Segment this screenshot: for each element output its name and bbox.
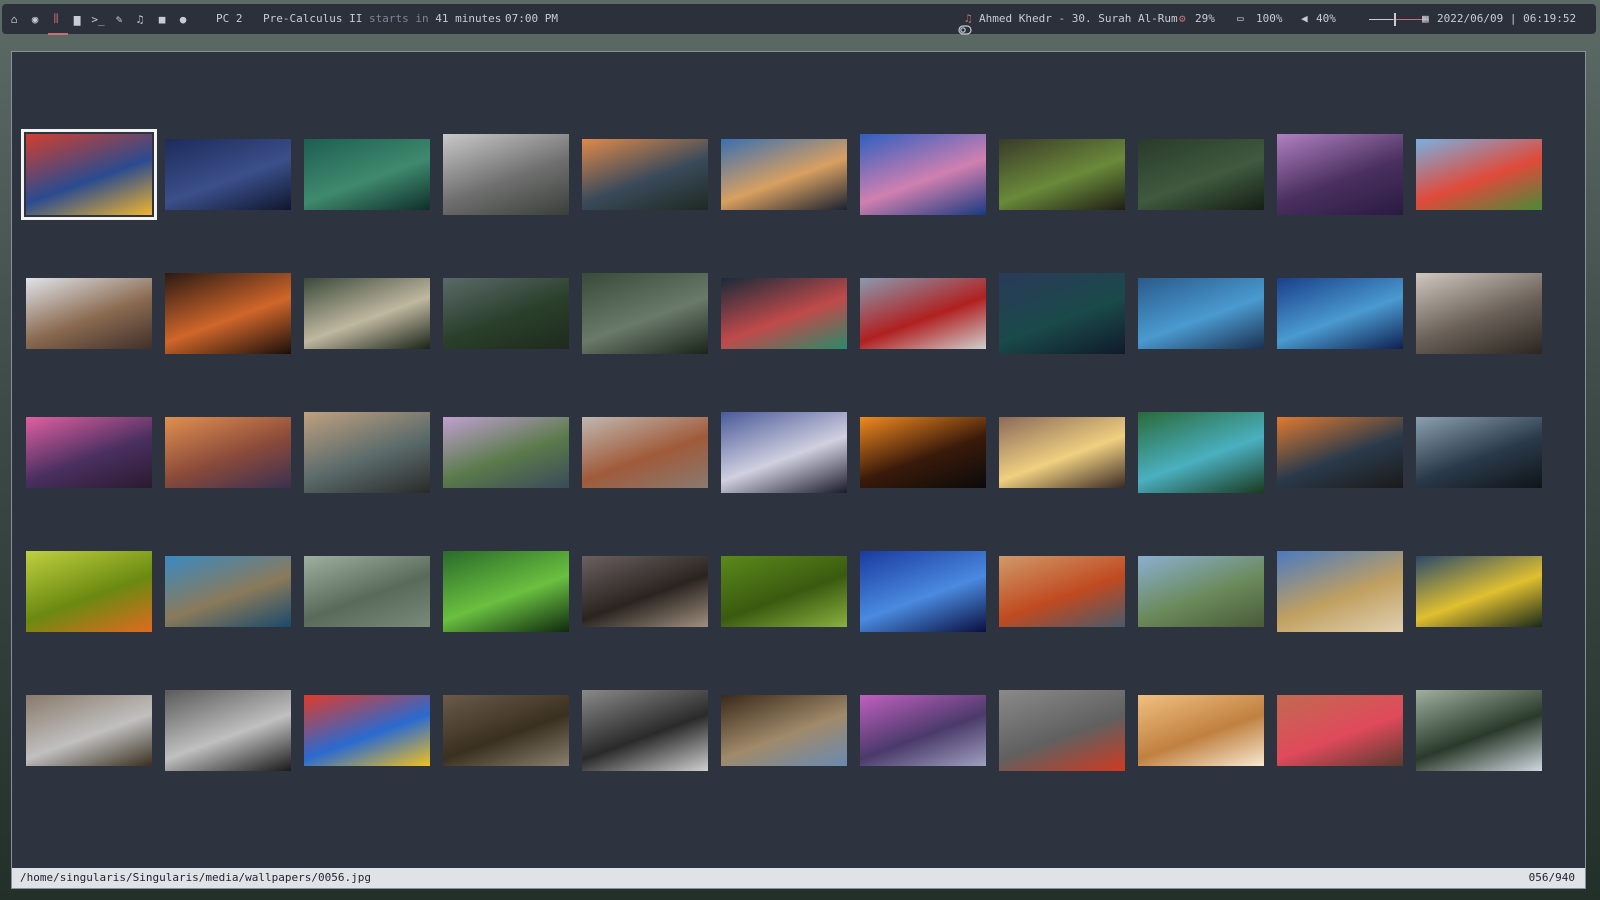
image-viewer-window: /home/singularis/Singularis/media/wallpa… — [11, 51, 1586, 889]
active-workspace-indicator — [48, 33, 68, 35]
wallpaper-thumbnail[interactable] — [165, 556, 291, 627]
wallpaper-thumbnail[interactable] — [860, 695, 986, 766]
volume-icon[interactable]: ◀ — [1301, 12, 1308, 25]
cpu-usage: 29% — [1195, 12, 1215, 25]
battery-icon: ▭ — [1237, 12, 1244, 25]
wallpaper-thumbnail[interactable] — [21, 129, 157, 220]
wallpaper-thumbnail[interactable] — [999, 417, 1125, 488]
wallpaper-thumbnail[interactable] — [443, 551, 569, 632]
event-clock: 07:00 PM — [505, 12, 558, 25]
event-name: Pre-Calculus II — [263, 12, 363, 25]
wallpaper-thumbnail[interactable] — [26, 278, 152, 349]
wallpaper-thumbnail[interactable] — [26, 417, 152, 488]
wallpaper-thumbnail[interactable] — [304, 139, 430, 210]
wallpaper-thumbnail[interactable] — [1416, 690, 1542, 771]
music-icon: ♫ — [965, 12, 972, 25]
wallpaper-thumbnail[interactable] — [26, 551, 152, 632]
host-label: PC 2 — [216, 12, 243, 25]
wallpaper-thumbnail[interactable] — [860, 278, 986, 349]
wallpaper-thumbnail[interactable] — [1277, 417, 1403, 488]
wallpaper-thumbnail[interactable] — [582, 417, 708, 488]
wallpaper-thumbnail[interactable] — [721, 556, 847, 627]
wallpaper-thumbnail[interactable] — [1416, 273, 1542, 354]
chat-icon[interactable]: ● — [175, 11, 191, 27]
battery-level: 100% — [1256, 12, 1283, 25]
wallpaper-thumbnail[interactable] — [1138, 278, 1264, 349]
wallpaper-thumbnail[interactable] — [443, 417, 569, 488]
wallpaper-thumbnail[interactable] — [304, 412, 430, 493]
edit-icon[interactable]: ✎ — [111, 11, 127, 27]
wallpaper-thumbnail[interactable] — [1138, 139, 1264, 210]
wallpaper-thumbnail[interactable] — [26, 695, 152, 766]
wallpaper-thumbnail[interactable] — [582, 139, 708, 210]
wallpaper-thumbnail[interactable] — [304, 556, 430, 627]
event-time-left: 41 minutes — [435, 12, 502, 25]
wallpaper-thumbnail[interactable] — [721, 278, 847, 349]
calendar-icon: ▦ — [1422, 12, 1429, 25]
wallpaper-thumbnail[interactable] — [999, 273, 1125, 354]
folder-icon[interactable]: ▆ — [69, 11, 85, 27]
wallpaper-thumbnail[interactable] — [582, 556, 708, 627]
volume-slider-knob[interactable] — [1394, 13, 1396, 26]
cpu-icon: ⚙ — [1179, 12, 1186, 25]
image-counter: 056/940 — [1528, 871, 1575, 884]
wallpaper-thumbnail[interactable] — [165, 139, 291, 210]
wallpaper-thumbnail[interactable] — [1277, 278, 1403, 349]
wallpaper-thumbnail[interactable] — [721, 695, 847, 766]
wallpaper-thumbnail[interactable] — [1277, 134, 1403, 215]
event-mid: starts in — [368, 12, 429, 25]
wallpaper-thumbnail[interactable] — [1277, 695, 1403, 766]
wallpaper-thumbnail[interactable] — [582, 690, 708, 771]
wallpaper-thumbnail[interactable] — [165, 273, 291, 354]
wallpaper-thumbnail[interactable] — [721, 412, 847, 493]
library-icon[interactable]: ⫼ — [48, 11, 64, 27]
wallpaper-thumbnail[interactable] — [165, 690, 291, 771]
datetime: 2022/06/09 | 06:19:52 — [1437, 12, 1577, 25]
wallpaper-thumbnail[interactable] — [443, 278, 569, 349]
wallpaper-thumbnail[interactable] — [999, 139, 1125, 210]
wallpaper-thumbnail[interactable] — [999, 556, 1125, 627]
wallpaper-thumbnail[interactable] — [860, 551, 986, 632]
wallpaper-thumbnail[interactable] — [1277, 551, 1403, 632]
wallpaper-thumbnail[interactable] — [1138, 695, 1264, 766]
wallpaper-thumbnail[interactable] — [304, 278, 430, 349]
wallpaper-thumbnail[interactable] — [1416, 139, 1542, 210]
wallpaper-thumbnail[interactable] — [304, 695, 430, 766]
wallpaper-thumbnail[interactable] — [1416, 556, 1542, 627]
event-reminder: Pre-Calculus II starts in 41 minutes — [263, 12, 501, 25]
wallpaper-thumbnail[interactable] — [721, 139, 847, 210]
globe-icon[interactable]: ◉ — [27, 11, 43, 27]
terminal-icon[interactable]: >_ — [90, 11, 106, 27]
wallpaper-thumbnail[interactable] — [443, 134, 569, 215]
file-path: /home/singularis/Singularis/media/wallpa… — [20, 871, 371, 884]
wallpaper-thumbnail[interactable] — [1138, 556, 1264, 627]
wallpaper-thumbnail[interactable] — [582, 273, 708, 354]
wallpaper-thumbnail[interactable] — [999, 690, 1125, 771]
wallpaper-thumbnail[interactable] — [165, 417, 291, 488]
music-icon[interactable]: ♫ — [132, 11, 148, 27]
volume-level: 40% — [1316, 12, 1336, 25]
wallpaper-thumbnail[interactable] — [860, 417, 986, 488]
wallpaper-thumbnail[interactable] — [860, 134, 986, 215]
wallpaper-thumbnail[interactable] — [1416, 417, 1542, 488]
wallpaper-thumbnail[interactable] — [1138, 412, 1264, 493]
status-bar: /home/singularis/Singularis/media/wallpa… — [12, 868, 1585, 888]
home-icon[interactable]: ⌂ — [6, 11, 22, 27]
top-bar: ⌂ ◉ ⫼ ▆ >_ ✎ ♫ ■ ● PC 2 Pre-Calculus II starts i… — [2, 4, 1596, 35]
now-playing[interactable]: Ahmed Khedr - 30. Surah Al-Rum — [979, 12, 1178, 25]
video-icon[interactable]: ■ — [154, 11, 170, 27]
wallpaper-thumbnail[interactable] — [443, 695, 569, 766]
